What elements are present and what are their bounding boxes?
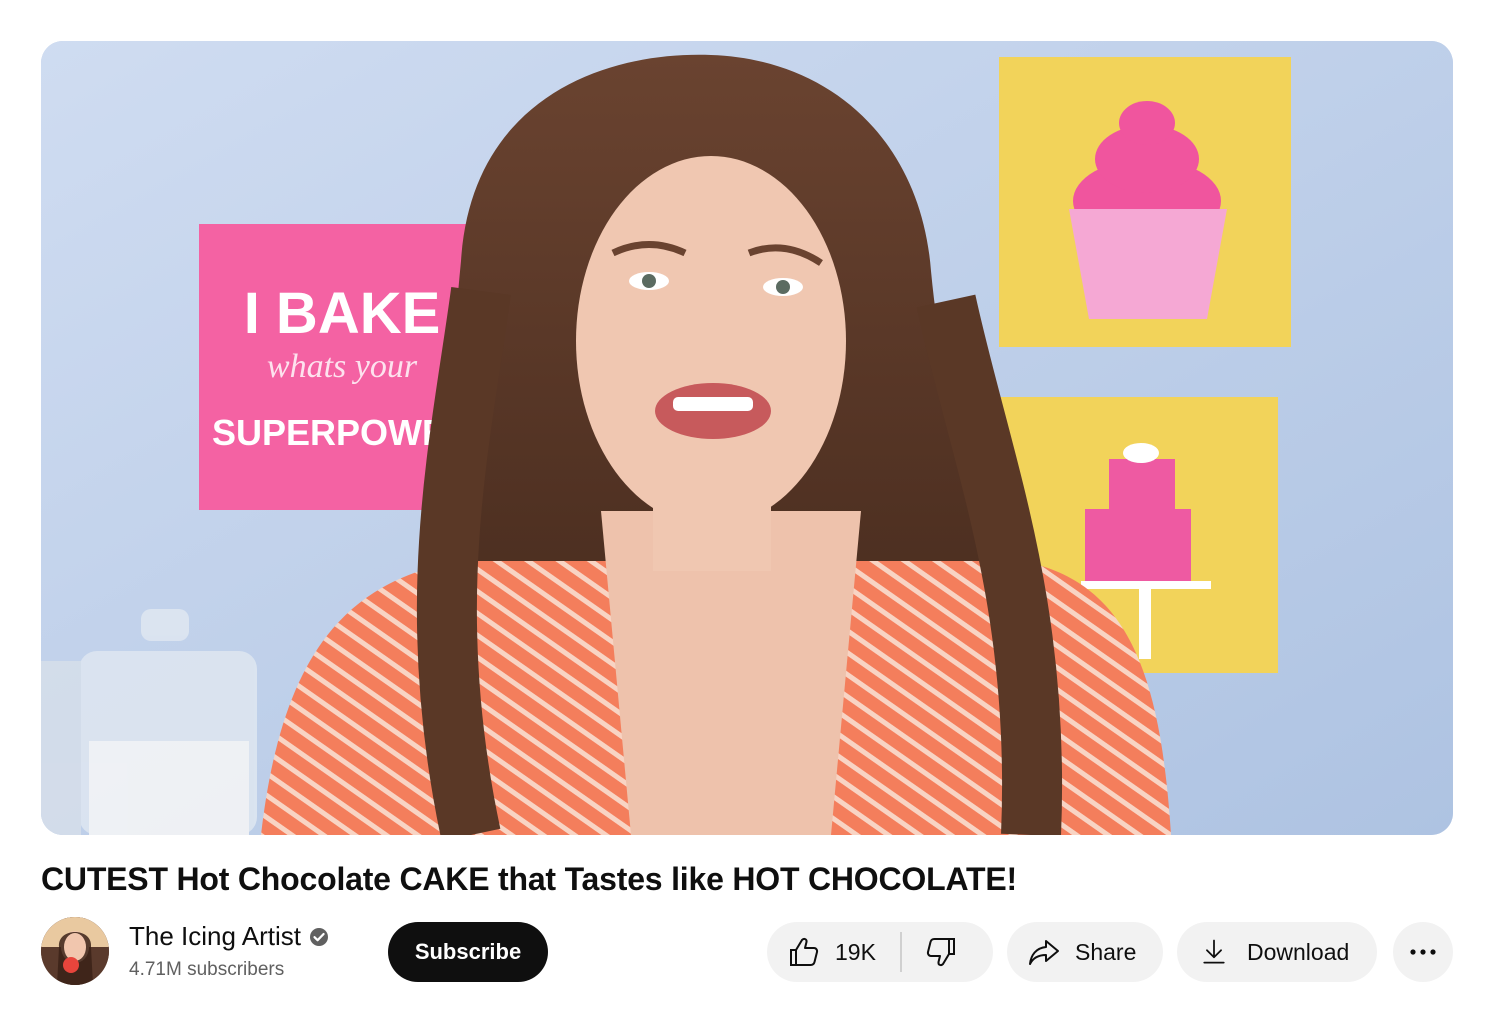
share-arrow-icon xyxy=(1029,940,1059,965)
sign-line-2: whats your xyxy=(267,348,418,385)
channel-name-text: The Icing Artist xyxy=(129,921,301,951)
verified-check-icon xyxy=(309,927,328,946)
more-actions-button[interactable] xyxy=(1393,922,1453,982)
sign-line-1: I BAKE xyxy=(244,281,441,346)
channel-avatar[interactable] xyxy=(41,917,109,985)
like-button[interactable]: 19K xyxy=(767,922,900,982)
share-label: Share xyxy=(1075,938,1137,965)
subscriber-count: 4.71M subscribers xyxy=(129,959,285,980)
video-title: CUTEST Hot Chocolate CAKE that Tastes li… xyxy=(41,861,1017,897)
download-label: Download xyxy=(1247,938,1350,965)
like-count: 19K xyxy=(835,938,876,965)
thumbs-down-icon xyxy=(926,938,955,967)
subscribe-button[interactable]: Subscribe xyxy=(388,922,548,982)
more-dots-icon xyxy=(1410,949,1436,955)
like-dislike-group: 19K xyxy=(767,922,993,982)
video-meta-row: The Icing Artist 4.71M subscribers Subsc… xyxy=(41,917,1453,985)
video-frame: I BAKE whats your SUPERPOWER xyxy=(41,41,1453,835)
share-button[interactable]: Share xyxy=(1007,922,1163,982)
dislike-button[interactable] xyxy=(902,922,958,982)
download-button[interactable]: Download xyxy=(1177,922,1377,982)
download-icon xyxy=(1203,939,1225,964)
thumbs-up-icon xyxy=(790,937,819,966)
video-player[interactable]: I BAKE whats your SUPERPOWER xyxy=(41,41,1453,835)
cupcake-painting xyxy=(999,57,1291,347)
channel-name[interactable]: The Icing Artist xyxy=(129,921,329,952)
